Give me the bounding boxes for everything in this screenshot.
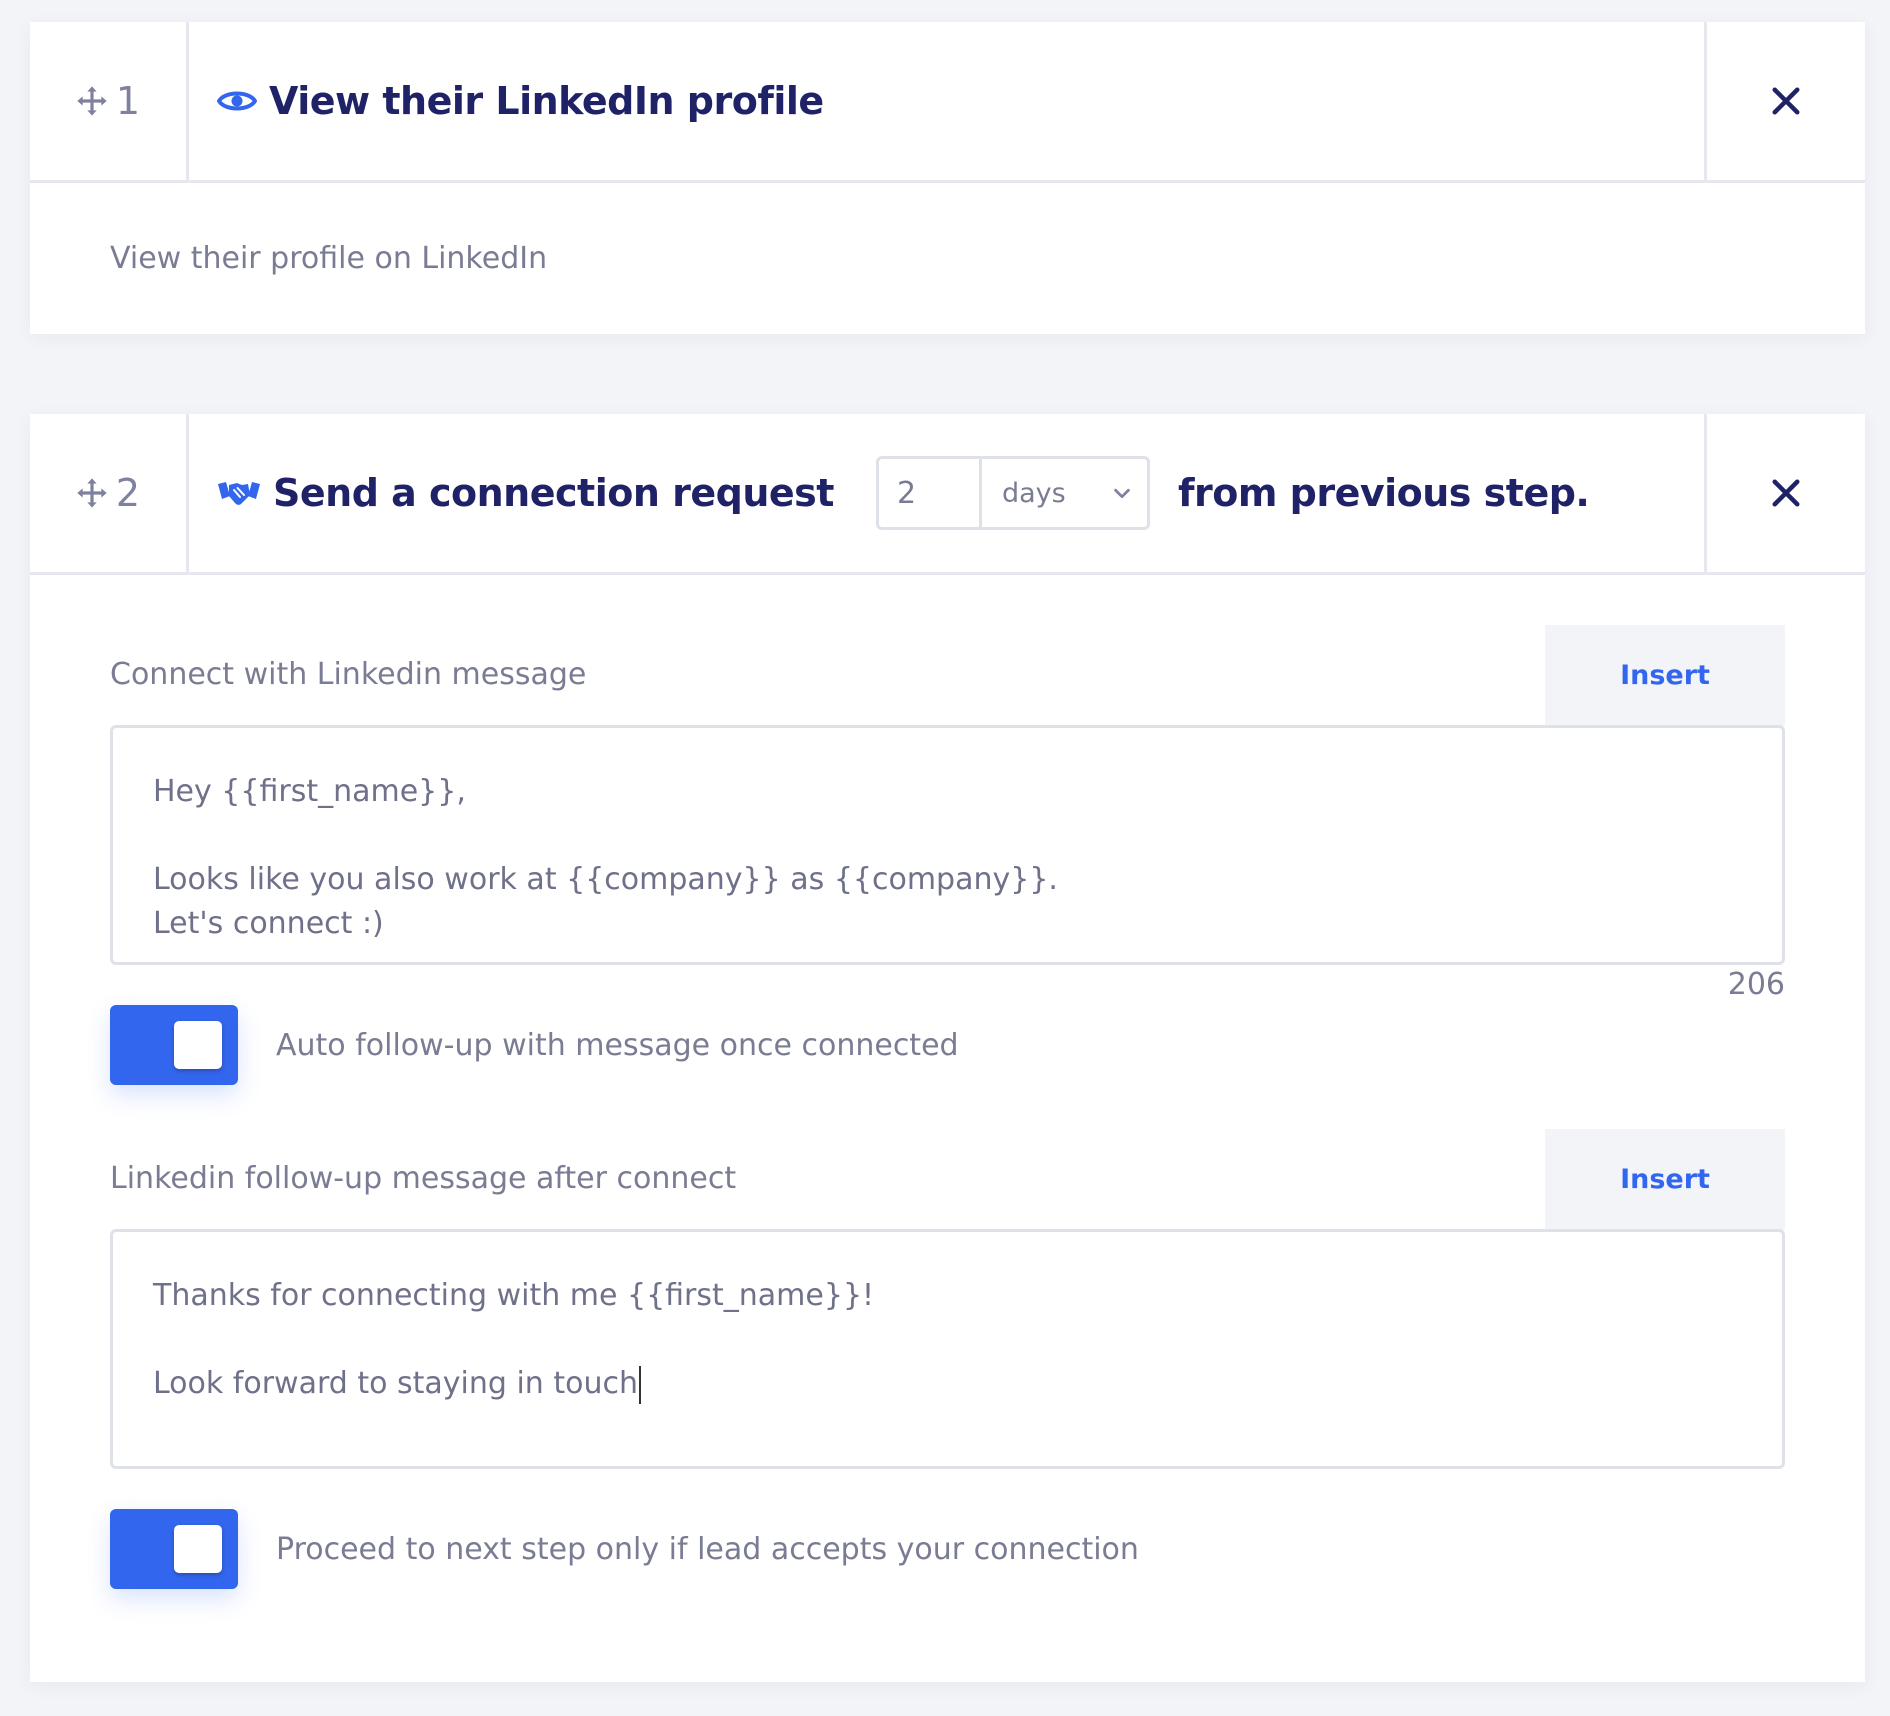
step-title: View their LinkedIn profile (269, 79, 824, 123)
connect-message-label: Connect with Linkedin message (110, 657, 587, 692)
auto-follow-up-row: Auto follow-up with message once connect… (110, 1005, 959, 1085)
chevron-down-icon (1114, 488, 1130, 499)
step-title: Send a connection request (273, 471, 834, 515)
text-cursor (639, 1365, 641, 1404)
step-header-1: 1 View their LinkedIn profile (30, 22, 1865, 183)
handshake-icon (217, 478, 261, 508)
delay-suffix: from previous step. (1177, 471, 1590, 515)
step-header-2: 2 Send a connection request days (30, 414, 1865, 575)
proceed-if-accepted-toggle[interactable] (110, 1509, 238, 1589)
move-icon (77, 478, 107, 508)
remove-step-button-2[interactable] (1704, 414, 1865, 572)
insert-variable-button[interactable]: Insert (1545, 625, 1785, 726)
delay-control: days (875, 456, 1150, 530)
eye-icon (217, 87, 257, 115)
step-card-2: 2 Send a connection request days (30, 414, 1865, 1682)
auto-follow-up-label: Auto follow-up with message once connect… (276, 1027, 959, 1063)
insert-variable-button-follow-up[interactable]: Insert (1545, 1129, 1785, 1230)
step-description: View their profile on LinkedIn (110, 241, 548, 276)
delay-unit-select[interactable]: days (982, 459, 1147, 527)
close-icon (1772, 87, 1800, 115)
close-icon (1772, 479, 1800, 507)
step-number: 1 (115, 79, 141, 123)
step-title-area: Send a connection request days from prev… (189, 414, 1704, 572)
step-card-1: 1 View their LinkedIn profile View their… (30, 22, 1865, 334)
proceed-condition-row: Proceed to next step only if lead accept… (110, 1509, 1139, 1589)
toggle-knob (174, 1525, 222, 1573)
auto-follow-up-toggle[interactable] (110, 1005, 238, 1085)
step-title-area: View their LinkedIn profile (189, 22, 1704, 180)
delay-unit-value: days (1001, 477, 1066, 509)
follow-up-message-label: Linkedin follow-up message after connect (110, 1161, 737, 1196)
follow-up-message-textarea[interactable]: Thanks for connecting with me {{first_na… (110, 1229, 1785, 1469)
proceed-if-accepted-label: Proceed to next step only if lead accept… (276, 1531, 1139, 1567)
character-count: 206 (1727, 967, 1785, 1002)
delay-amount-input[interactable] (878, 459, 982, 527)
connect-message-textarea[interactable]: Hey {{first_name}}, Looks like you also … (110, 725, 1785, 965)
toggle-knob (174, 1021, 222, 1069)
step-number: 2 (115, 471, 141, 515)
remove-step-button-1[interactable] (1704, 22, 1865, 180)
follow-up-message-text: Thanks for connecting with me {{first_na… (153, 1278, 875, 1401)
drag-handle-1[interactable]: 1 (30, 22, 189, 180)
drag-handle-2[interactable]: 2 (30, 414, 189, 572)
move-icon (77, 86, 107, 116)
